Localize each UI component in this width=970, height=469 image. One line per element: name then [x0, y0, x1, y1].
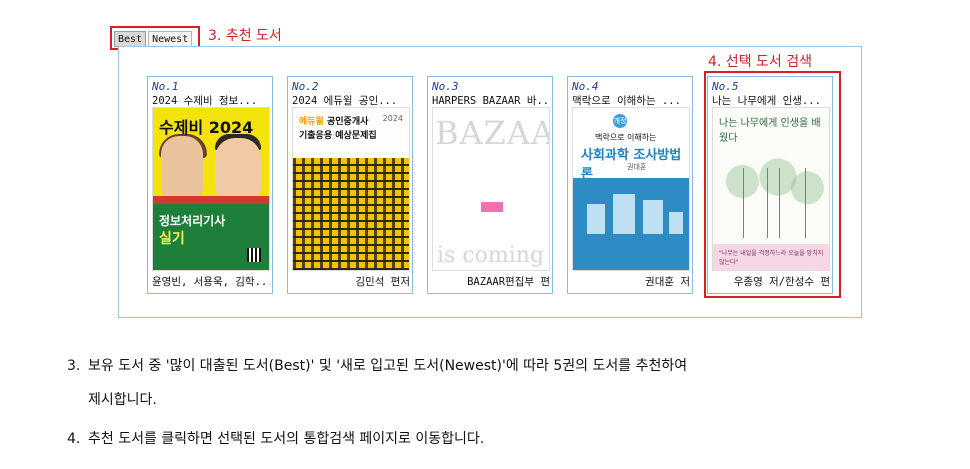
cover-subtitle: 기출응용 예상문제집 [299, 131, 377, 141]
cover-line: 정보처리기사 [159, 214, 226, 228]
cover-art [669, 212, 683, 234]
instruction-text: 보유 도서 중 '많이 대출된 도서(Best)' 및 '새로 입고된 도서(N… [88, 358, 688, 374]
book-number: No.4 [572, 80, 599, 93]
cover-label: 에듀윌 공인중개사 [299, 114, 368, 127]
book-author: 김민석 편저 [355, 276, 410, 288]
cover-heading: 수제비 2024 [159, 118, 254, 137]
book-author: BAZAAR편집부 편 [467, 276, 550, 288]
book-title: 맥락으로 이해하는 ... [572, 95, 681, 107]
cover-art [587, 204, 605, 234]
qr-code-icon [247, 248, 261, 262]
instruction-item-3: 3. 보유 도서 중 '많이 대출된 도서(Best)' 및 '새로 입고된 도서… [67, 355, 927, 375]
cover-art [613, 194, 635, 234]
cover-year: 2024 [382, 114, 403, 123]
cover-tagline: is coming [437, 243, 545, 268]
cover-label-highlight: 에듀윌 [299, 117, 324, 127]
cover-art [293, 158, 409, 270]
book-number: No.1 [152, 80, 179, 93]
edition-badge: 개정3판 [613, 114, 627, 139]
book-cover: 개정3판 맥락으로 이해하는 사회과학 조사방법론 권대훈 [572, 107, 690, 271]
book-card-4[interactable]: No.4 맥락으로 이해하는 ... 개정3판 맥락으로 이해하는 사회과학 조… [567, 76, 693, 294]
cover-brand: BAZAAR [435, 114, 549, 152]
instruction-number: 3. [67, 358, 81, 374]
callout-selection-search: 4. 선택 도서 검색 [708, 54, 812, 70]
cover-author: 권대훈 [627, 163, 647, 171]
cover-line: 맥락으로 이해하는 [595, 133, 657, 142]
instruction-item-4: 4. 추천 도서를 클릭하면 선택된 도서의 통합검색 페이지로 이동합니다. [67, 428, 927, 448]
book-title: 2024 수제비 정보... [152, 95, 258, 107]
book-card-3[interactable]: No.3 HARPERS BAZAAR 바... BAZAAR is comin… [427, 76, 553, 294]
book-title: 2024 에듀윌 공인... [292, 95, 398, 107]
book-number: No.3 [432, 80, 459, 93]
book-author: 권대훈 저 [645, 276, 690, 288]
book-cover: BAZAAR is coming [432, 107, 550, 271]
instruction-number: 4. [67, 431, 81, 447]
instruction-text: 추천 도서를 클릭하면 선택된 도서의 통합검색 페이지로 이동합니다. [88, 431, 485, 447]
cover-label-rest: 공인중개사 [323, 117, 369, 127]
book-card-1[interactable]: No.1 2024 수제비 정보... 수제비 2024 정보처리기사 실기 윤… [147, 76, 273, 294]
book-card-2[interactable]: No.2 2024 에듀윌 공인... 에듀윌 공인중개사 기출응용 예상문제집… [287, 76, 413, 294]
book-title: HARPERS BAZAAR 바... [432, 95, 550, 107]
book-author: 윤영빈, 서용욱, 김학... [152, 276, 270, 288]
cover-sticker [481, 202, 503, 212]
cover-art [215, 138, 261, 198]
instruction-item-3-continued: 제시합니다. [88, 392, 157, 408]
book-cover: 수제비 2024 정보처리기사 실기 [152, 107, 270, 271]
callout-recommended-books: 3. 추천 도서 [208, 28, 282, 44]
selected-book-highlight-box [704, 71, 841, 298]
cover-art [643, 200, 663, 234]
cover-art [161, 136, 203, 198]
book-number: No.2 [292, 80, 319, 93]
book-cover: 에듀윌 공인중개사 기출응용 예상문제집 2024 [292, 107, 410, 271]
cover-line: 실기 [159, 231, 185, 247]
